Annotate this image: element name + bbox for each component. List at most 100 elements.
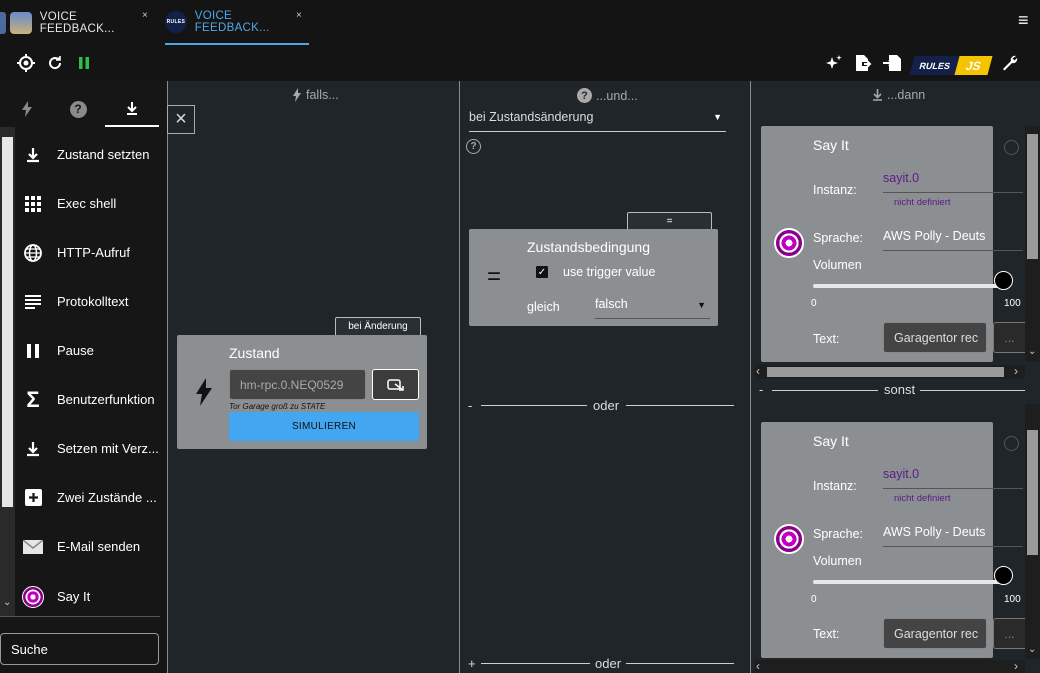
scroll-thumb[interactable] xyxy=(767,367,1004,377)
close-palette-button[interactable]: × xyxy=(167,105,195,134)
equals-symbol: = xyxy=(487,263,502,290)
select-object-button[interactable] xyxy=(372,369,419,400)
tab-voice-feedback-1[interactable]: VOICE FEEDBACK... × xyxy=(10,0,154,45)
say-it-scrollbar-horizontal[interactable]: ‹ › xyxy=(755,364,1025,379)
instance-select[interactable]: sayit.0 xyxy=(883,467,1023,489)
palette-item-zwei-zustaende[interactable]: Zwei Zustände ... xyxy=(16,473,162,522)
condition-block[interactable]: = Zustandsbedingung ✓ use trigger value … xyxy=(469,229,718,326)
tab-label: VOICE FEEDBACK... xyxy=(194,9,270,34)
search-input[interactable]: Suche xyxy=(0,633,159,665)
trigger-badge: bei Änderung xyxy=(335,317,421,335)
volume-thumb[interactable] xyxy=(994,271,1013,290)
text-more-button[interactable]: ... xyxy=(993,322,1025,353)
say-it-scrollbar-vertical[interactable]: ⌄ xyxy=(1025,126,1040,362)
remove-or-button[interactable]: - xyxy=(468,398,472,413)
palette-item-pause[interactable]: Pause xyxy=(16,326,162,375)
trigger-column-header: falls... xyxy=(292,88,339,102)
add-or-button[interactable]: + xyxy=(468,656,476,671)
rules-js-toggle[interactable]: RULES JS xyxy=(909,56,993,75)
wrench-icon[interactable] xyxy=(1001,54,1019,72)
say-it-scrollbar-horizontal[interactable]: ‹ › xyxy=(755,659,1025,673)
volume-label: Volumen xyxy=(813,554,862,568)
import-icon[interactable] xyxy=(883,54,901,72)
say-it-scrollbar-vertical[interactable]: ⌄ xyxy=(1025,404,1040,659)
action-column-header: ...dann xyxy=(872,88,925,102)
pause-icon[interactable] xyxy=(75,54,93,72)
column-divider xyxy=(167,81,168,673)
use-trigger-checkbox[interactable]: ✓ xyxy=(536,266,548,278)
tab-triggers[interactable] xyxy=(0,91,54,127)
sigma-icon: Σ xyxy=(26,386,40,412)
say-it-block[interactable]: Say It Instanz: sayit.0 nicht definiert … xyxy=(761,422,1023,658)
palette-item-email-senden[interactable]: E-Mail senden xyxy=(16,522,162,571)
or-separator-line xyxy=(626,663,734,664)
export-icon[interactable] xyxy=(854,54,872,72)
language-select[interactable]: AWS Polly - Deuts xyxy=(883,229,1023,251)
text-input[interactable]: Garagentor rec xyxy=(883,322,987,353)
help-icon[interactable]: ? xyxy=(466,139,481,154)
palette-item-setzen-mit-verzoegerung[interactable]: Setzen mit Verz... xyxy=(16,424,162,473)
remove-else-button[interactable]: - xyxy=(759,382,763,397)
chevron-right-icon[interactable]: › xyxy=(1014,659,1018,673)
volume-slider[interactable] xyxy=(813,284,1003,288)
volume-slider[interactable] xyxy=(813,580,1003,584)
text-label: Text: xyxy=(813,627,840,641)
scroll-thumb[interactable] xyxy=(1027,430,1038,555)
trigger-caption: Tor Garage groß zu STATE xyxy=(229,402,326,411)
or-label: oder xyxy=(593,398,620,413)
help-icon[interactable] xyxy=(1004,436,1019,451)
or-separator-line xyxy=(481,663,590,664)
palette-item-benutzerfunktion[interactable]: Σ Benutzerfunktion xyxy=(16,375,162,424)
close-icon[interactable]: × xyxy=(296,10,302,21)
search-value: Suche xyxy=(11,641,48,657)
instance-select[interactable]: sayit.0 xyxy=(883,171,1023,193)
chevron-down-icon[interactable]: ⌄ xyxy=(3,597,11,608)
text-more-button[interactable]: ... xyxy=(993,618,1025,649)
chevron-left-icon[interactable]: ‹ xyxy=(756,659,760,673)
download-icon xyxy=(16,147,50,163)
chevron-down-icon[interactable]: ⌄ xyxy=(1028,644,1036,655)
palette-scrollbar[interactable]: ⌄ xyxy=(0,127,15,617)
volume-thumb[interactable] xyxy=(994,566,1013,585)
palette-item-zustand-setzten[interactable]: Zustand setzten xyxy=(16,130,162,179)
say-it-block[interactable]: Say It Instanz: sayit.0 nicht definiert … xyxy=(761,126,1023,362)
volume-label: Volumen xyxy=(813,258,862,272)
scroll-thumb[interactable] xyxy=(2,137,13,507)
tab-voice-feedback-2[interactable]: RULES VOICE FEEDBACK... × xyxy=(165,0,309,45)
tab-actions[interactable] xyxy=(105,91,159,127)
lightning-icon xyxy=(196,378,212,406)
trigger-block[interactable]: Zustand hm-rpc.0.NEQ0529 Tor Garage groß… xyxy=(177,335,427,449)
language-select[interactable]: AWS Polly - Deuts xyxy=(883,525,1023,547)
help-icon: ? xyxy=(69,100,87,118)
plus-box-icon xyxy=(16,489,50,506)
palette-item-http-aufruf[interactable]: HTTP-Aufruf xyxy=(16,228,162,277)
help-icon[interactable] xyxy=(1004,140,1019,155)
tab-conditions[interactable]: ? xyxy=(51,91,105,127)
toolbar: RULES JS xyxy=(0,45,1040,81)
column-divider xyxy=(750,81,751,673)
chevron-right-icon[interactable]: › xyxy=(1014,364,1018,378)
palette-item-say-it[interactable]: Say It xyxy=(16,572,162,621)
magic-icon[interactable] xyxy=(825,54,843,72)
volume-min: 0 xyxy=(811,298,817,309)
target-icon[interactable] xyxy=(17,54,35,72)
else-separator-line xyxy=(920,390,1025,391)
reload-icon[interactable] xyxy=(46,54,64,72)
lightning-icon xyxy=(293,88,301,102)
say-it-title: Say It xyxy=(813,433,849,449)
say-it-title: Say It xyxy=(813,137,849,153)
palette-item-protokolltext[interactable]: Protokolltext xyxy=(16,277,162,326)
condition-value-select[interactable]: falsch ▼ xyxy=(595,297,710,319)
instance-label: Instanz: xyxy=(813,183,857,197)
condition-column-header: ? ...und... xyxy=(577,88,638,103)
menu-icon[interactable]: ≡ xyxy=(1018,10,1029,31)
close-icon[interactable]: × xyxy=(142,10,148,21)
palette-item-exec-shell[interactable]: Exec shell xyxy=(16,179,162,228)
chevron-down-icon[interactable]: ⌄ xyxy=(1028,346,1036,357)
scroll-thumb[interactable] xyxy=(1027,134,1038,259)
condition-mode-select[interactable]: bei Zustandsänderung ▼ xyxy=(469,110,726,132)
chevron-left-icon[interactable]: ‹ xyxy=(756,364,760,378)
object-id-field[interactable]: hm-rpc.0.NEQ0529 xyxy=(229,369,366,400)
text-input[interactable]: Garagentor rec xyxy=(883,618,987,649)
simulate-button[interactable]: SIMULIEREN xyxy=(229,412,419,441)
